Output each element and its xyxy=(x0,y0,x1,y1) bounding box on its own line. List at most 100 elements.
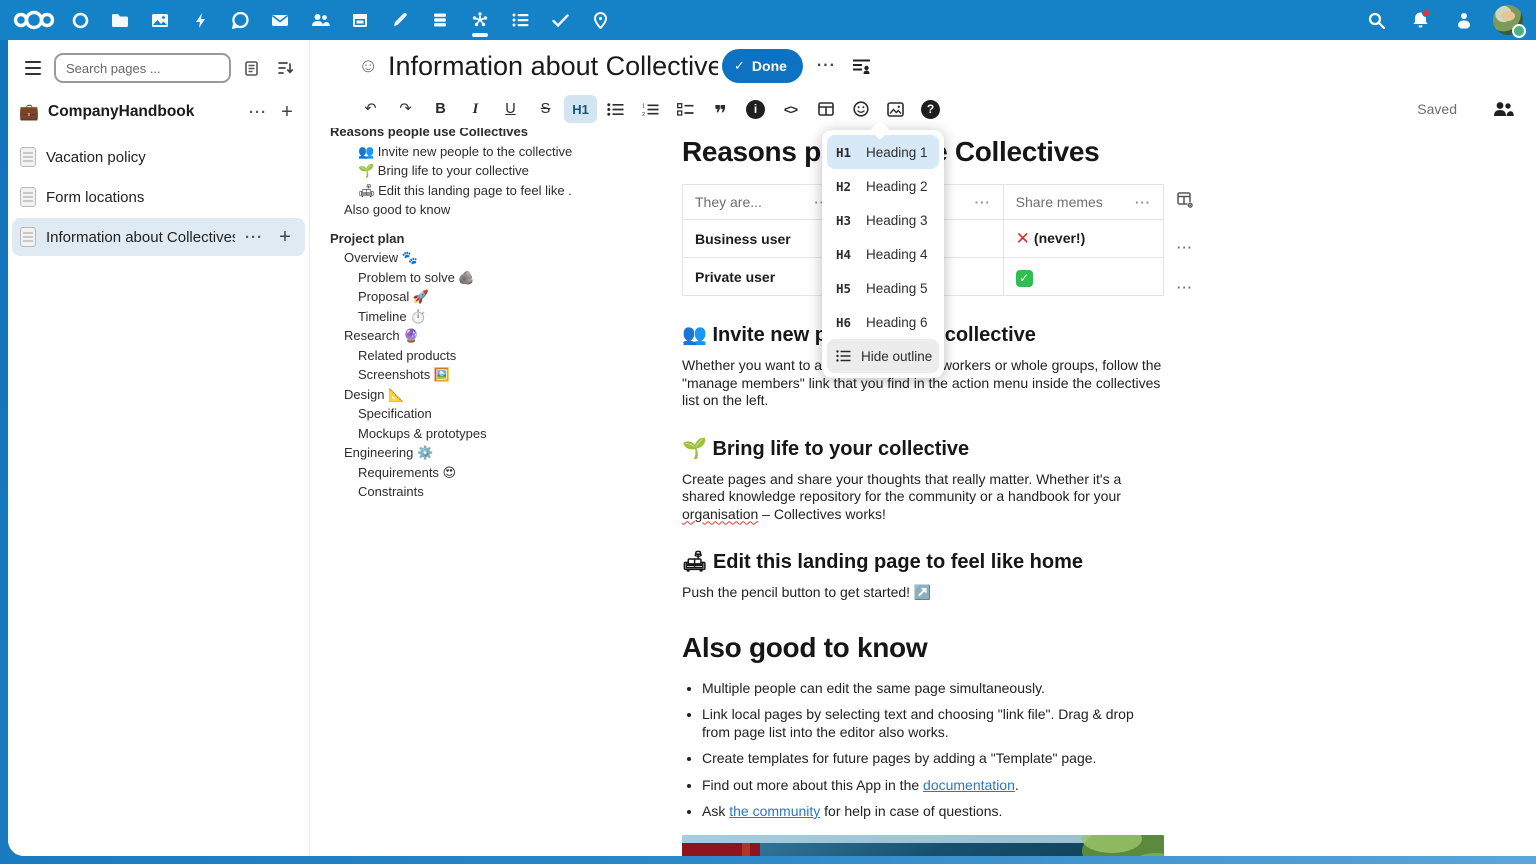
content-paragraph[interactable]: Push the pencil button to get started! ↗… xyxy=(682,584,1164,602)
row-menu-icon[interactable]: ··· xyxy=(1170,240,1200,255)
collaborators-icon[interactable] xyxy=(1493,101,1514,117)
check-icon: ✓ xyxy=(734,58,745,74)
page-actions-menu-icon[interactable]: ··· xyxy=(817,57,836,75)
svg-text:2: 2 xyxy=(642,111,645,115)
activity-icon[interactable] xyxy=(180,0,220,40)
contacts-menu-icon[interactable] xyxy=(1444,0,1484,40)
heading-menu-button[interactable]: H1 xyxy=(564,95,597,123)
page-item[interactable]: Form locations xyxy=(12,178,305,216)
notification-badge xyxy=(1422,9,1430,17)
collective-name: CompanyHandbook xyxy=(48,103,241,121)
menu-item-heading-3[interactable]: H3 Heading 3 xyxy=(827,203,939,237)
list-item[interactable]: Find out more about this App in the docu… xyxy=(702,777,1164,795)
search-icon[interactable] xyxy=(1356,0,1396,40)
calendar-icon[interactable] xyxy=(340,0,380,40)
deck-icon[interactable] xyxy=(420,0,460,40)
menu-item-heading-2[interactable]: H2 Heading 2 xyxy=(827,169,939,203)
lists-icon[interactable] xyxy=(500,0,540,40)
help-icon[interactable]: ? xyxy=(914,95,947,123)
table-icon[interactable] xyxy=(809,95,842,123)
list-item[interactable]: Create templates for future pages by add… xyxy=(702,750,1164,768)
svg-text:1: 1 xyxy=(642,103,645,109)
menu-item-heading-6[interactable]: H6 Heading 6 xyxy=(827,305,939,339)
content-h2[interactable]: 🌱 Bring life to your collective xyxy=(682,436,1164,461)
content-paragraph[interactable]: Create pages and share your thoughts tha… xyxy=(682,471,1164,524)
pages-sidebar: 💼 CompanyHandbook ··· + Vacation policy … xyxy=(8,40,310,856)
table-header-cell[interactable]: They are...··· xyxy=(683,185,843,220)
talk-icon[interactable] xyxy=(220,0,260,40)
column-menu-icon[interactable]: ··· xyxy=(1135,195,1151,210)
app-icon-row xyxy=(60,0,620,40)
collectives-icon[interactable] xyxy=(460,0,500,40)
done-button[interactable]: ✓ Done xyxy=(722,49,803,83)
tasks-icon[interactable] xyxy=(540,0,580,40)
content-h2[interactable]: 🛋 Edit this landing page to feel like ho… xyxy=(682,549,1164,574)
blockquote-icon[interactable]: ❞ xyxy=(704,95,737,123)
emoji-picker-icon[interactable] xyxy=(844,95,877,123)
callout-icon[interactable]: i xyxy=(739,95,772,123)
check-icon: ✓ xyxy=(1016,270,1033,287)
table-cell[interactable]: ✕(never!) xyxy=(1003,220,1163,258)
column-menu-icon[interactable]: ··· xyxy=(975,195,991,210)
add-subpage-button[interactable]: + xyxy=(273,226,297,249)
sort-order-icon[interactable] xyxy=(271,54,299,82)
red-car-image[interactable] xyxy=(682,835,1164,857)
page-actions-icon[interactable]: ··· xyxy=(245,229,263,246)
menu-item-heading-5[interactable]: H5 Heading 5 xyxy=(827,271,939,305)
notes-icon[interactable] xyxy=(380,0,420,40)
menu-item-heading-4[interactable]: H4 Heading 4 xyxy=(827,237,939,271)
table-cell[interactable]: ✓ xyxy=(1003,258,1163,296)
undo-icon[interactable]: ↶ xyxy=(354,95,387,123)
avatar[interactable] xyxy=(1488,0,1528,40)
nextcloud-logo-icon[interactable] xyxy=(8,0,60,40)
cross-icon: ✕ xyxy=(1016,229,1030,248)
contacts-icon[interactable] xyxy=(300,0,340,40)
list-item[interactable]: Multiple people can edit the same page s… xyxy=(702,680,1164,698)
notifications-icon[interactable] xyxy=(1400,0,1440,40)
collective-header[interactable]: 💼 CompanyHandbook ··· + xyxy=(8,92,309,132)
strikethrough-icon[interactable]: S xyxy=(529,95,562,123)
inline-link[interactable]: the community xyxy=(729,803,820,819)
inline-link[interactable]: documentation xyxy=(923,777,1015,793)
redo-icon[interactable]: ↷ xyxy=(389,95,422,123)
status-online-dot xyxy=(1512,24,1526,38)
page-title[interactable]: Information about Collectives xyxy=(388,51,718,82)
outline-list-icon xyxy=(836,350,851,362)
page-item-selected[interactable]: Information about Collectives ··· + xyxy=(12,218,305,256)
page-item[interactable]: Vacation policy xyxy=(12,138,305,176)
collective-actions-icon[interactable]: ··· xyxy=(249,104,267,121)
row-menu-icon[interactable]: ··· xyxy=(1170,280,1200,295)
maps-icon[interactable] xyxy=(580,0,620,40)
search-pages-input[interactable] xyxy=(54,53,231,83)
table-cell[interactable]: Business user xyxy=(683,220,843,258)
page-list: Vacation policy Form locations Informati… xyxy=(8,138,309,256)
code-block-icon[interactable]: <> xyxy=(774,95,807,123)
underline-icon[interactable]: U xyxy=(494,95,527,123)
add-page-button[interactable]: + xyxy=(275,101,299,124)
nav-toggle-icon[interactable] xyxy=(18,53,48,83)
table-header-cell[interactable]: Share memes··· xyxy=(1003,185,1163,220)
menu-item-hide-outline[interactable]: Hide outline xyxy=(827,339,939,373)
italic-icon[interactable]: I xyxy=(459,95,492,123)
dashboard-icon[interactable] xyxy=(60,0,100,40)
menu-item-heading-1[interactable]: H1 Heading 1 xyxy=(827,135,939,169)
save-status: Saved xyxy=(1417,101,1457,117)
bullet-list-icon[interactable] xyxy=(599,95,632,123)
page-emoji-picker-icon[interactable]: ☺ xyxy=(358,55,388,78)
content-h1[interactable]: Also good to know xyxy=(682,632,1164,664)
mail-icon[interactable] xyxy=(260,0,300,40)
outline-toggle-icon[interactable] xyxy=(852,58,871,74)
editor-header: ☺ Information about Collectives ✓ Done ·… xyxy=(310,40,1536,128)
table-settings-icon[interactable] xyxy=(1170,192,1200,209)
app-content: 💼 CompanyHandbook ··· + Vacation policy … xyxy=(8,40,1536,856)
ordered-list-icon[interactable]: 12 xyxy=(634,95,667,123)
list-item[interactable]: Link local pages by selecting text and c… xyxy=(702,706,1164,741)
photos-icon[interactable] xyxy=(140,0,180,40)
insert-image-icon[interactable] xyxy=(879,95,912,123)
table-cell[interactable]: Private user xyxy=(683,258,843,296)
templates-icon[interactable] xyxy=(237,54,265,82)
bold-icon[interactable]: B xyxy=(424,95,457,123)
files-icon[interactable] xyxy=(100,0,140,40)
list-item[interactable]: Ask the community for help in case of qu… xyxy=(702,803,1164,821)
task-list-icon[interactable] xyxy=(669,95,702,123)
